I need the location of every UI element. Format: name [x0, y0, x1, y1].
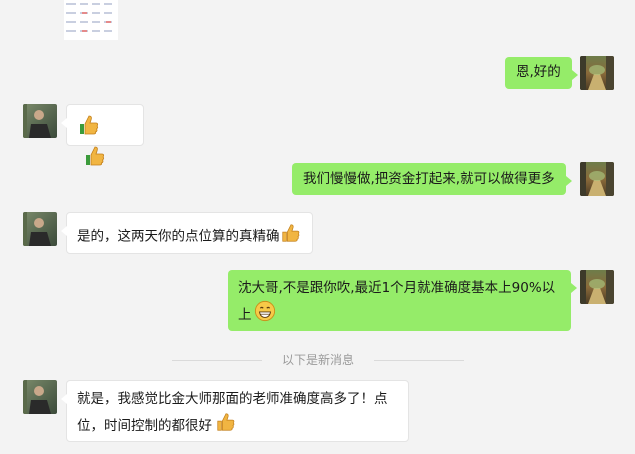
shared-image-thumbnail[interactable]: [64, 0, 118, 40]
message-text-line: 沈大哥,不是跟你吹,最近1个月就准确度基本上90%以: [238, 280, 556, 296]
my-avatar[interactable]: [580, 270, 614, 304]
message-bubble-incoming[interactable]: [61, 104, 144, 166]
my-avatar[interactable]: [580, 56, 614, 90]
message-bubble-outgoing[interactable]: 恩,好的: [505, 57, 578, 89]
thumbs-up-icon: [77, 113, 101, 144]
message-text: 恩,好的: [516, 64, 561, 80]
message-text: 是的，这两天你的点位算的真精确: [77, 228, 280, 245]
message-bubble-incoming[interactable]: 就是，我感觉比金大师那面的老师准确度高多了！点 位，时间控制的都很好: [61, 380, 409, 442]
contact-avatar[interactable]: [23, 104, 57, 138]
thumbs-up-icon: [280, 222, 302, 251]
message-text-line: 上: [238, 307, 252, 323]
divider-label: 以下是新消息: [281, 353, 354, 367]
thumbs-up-icon: [83, 144, 107, 175]
message-bubble-outgoing[interactable]: 我们慢慢做,把资金打起来,就可以做得更多: [292, 163, 572, 195]
my-avatar[interactable]: [580, 162, 614, 196]
message-bubble-incoming[interactable]: 是的，这两天你的点位算的真精确: [61, 212, 313, 254]
message-text-line: 就是，我感觉比金大师那面的老师准确度高多了！点: [77, 391, 388, 407]
message-text: 我们慢慢做,把资金打起来,就可以做得更多: [303, 171, 555, 187]
thumbs-up-icon: [215, 411, 237, 441]
message-bubble-outgoing[interactable]: 沈大哥,不是跟你吹,最近1个月就准确度基本上90%以 上: [228, 270, 577, 331]
contact-avatar[interactable]: [23, 212, 57, 246]
contact-avatar[interactable]: [23, 380, 57, 414]
message-text-line: 位，时间控制的都很好: [77, 418, 212, 434]
new-messages-divider: 以下是新消息: [172, 352, 464, 368]
grin-emoji-icon: [254, 300, 276, 330]
